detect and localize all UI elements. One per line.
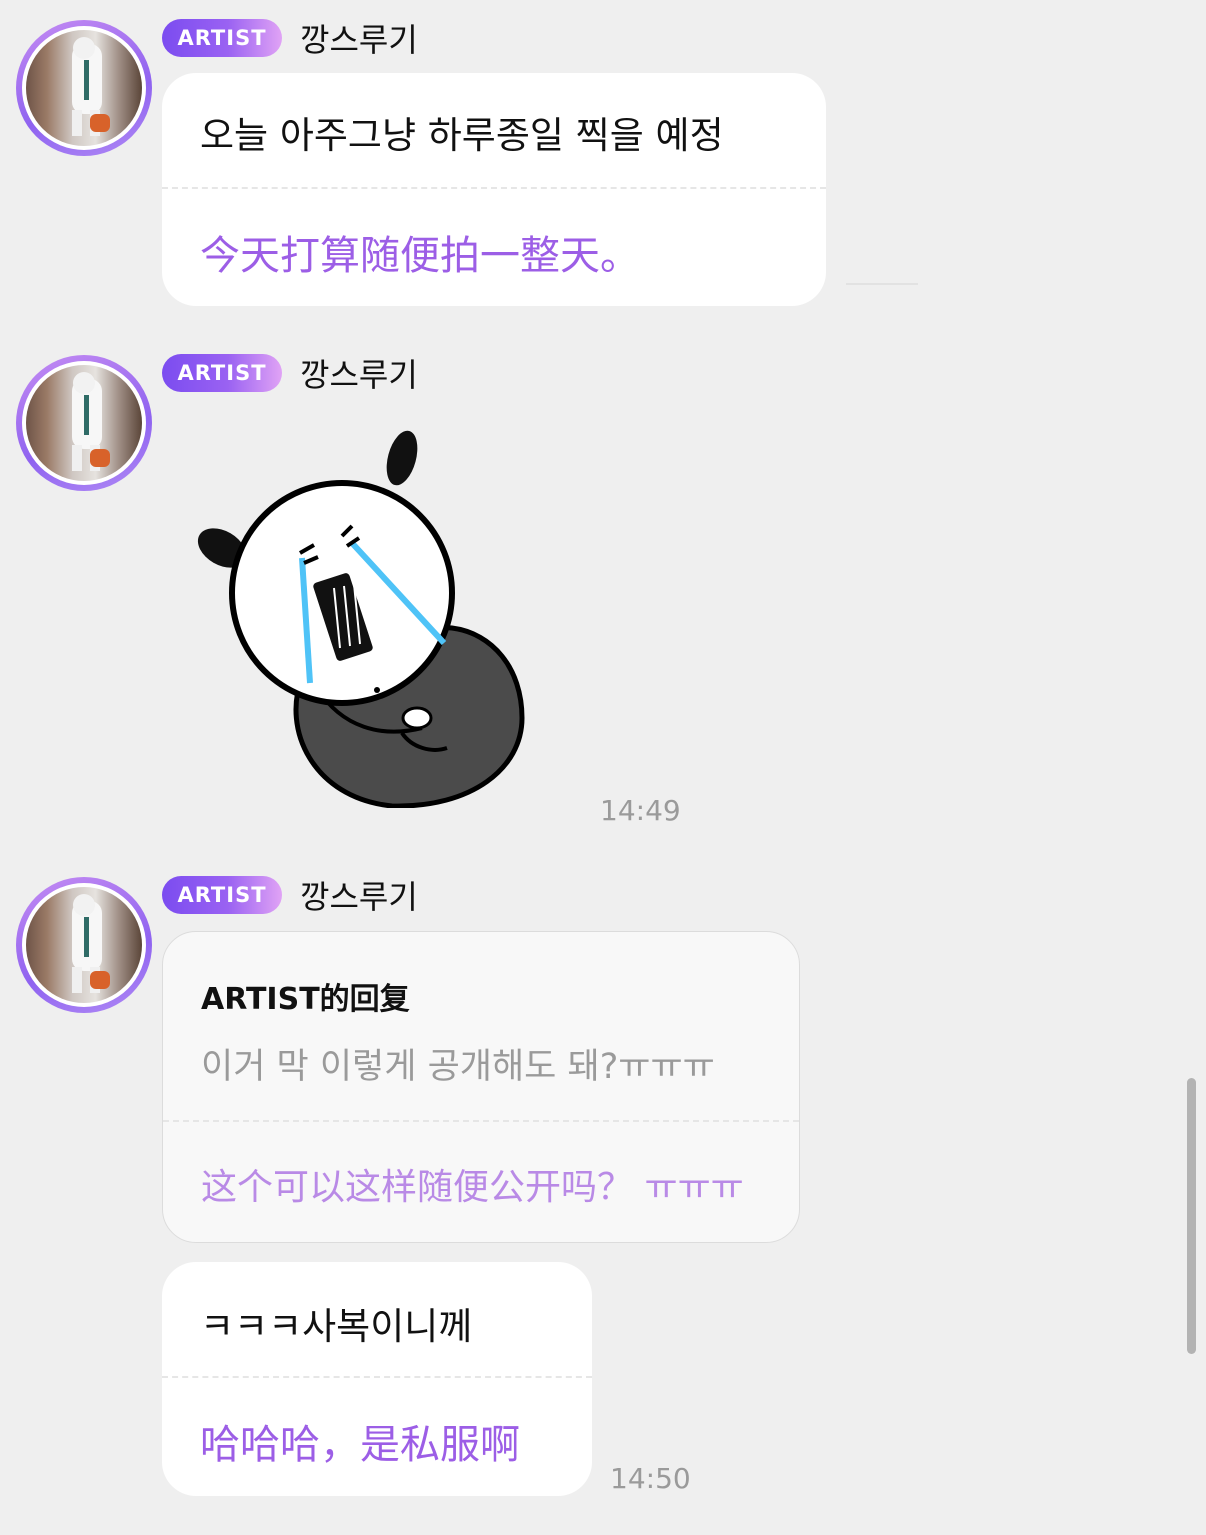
sender-name[interactable]: 깡스루기 bbox=[300, 15, 418, 61]
sender-name[interactable]: 깡스루기 bbox=[300, 350, 418, 396]
message-timestamp: 14:50 bbox=[610, 1462, 691, 1495]
scrollbar[interactable] bbox=[1187, 1078, 1196, 1354]
message-1: ARTIST 깡스루기 오늘 아주그냥 하루종일 찍을 예정 今天打算随便拍一整… bbox=[0, 0, 1206, 320]
avatar-photo bbox=[26, 30, 142, 146]
avatar-ring bbox=[22, 26, 146, 150]
message-text: ㅋㅋㅋ사복이니께 bbox=[200, 1305, 473, 1348]
avatar-ring bbox=[22, 883, 146, 1007]
translation-divider bbox=[162, 187, 826, 189]
translation-divider bbox=[163, 1120, 799, 1122]
artist-badge: ARTIST bbox=[162, 876, 282, 914]
sender-avatar[interactable] bbox=[16, 20, 152, 156]
avatar-figure-icon bbox=[72, 372, 110, 471]
timestamp-faint bbox=[846, 283, 918, 297]
sender-avatar[interactable] bbox=[16, 877, 152, 1013]
avatar-photo bbox=[26, 365, 142, 481]
message-header: ARTIST 깡스루기 bbox=[162, 876, 418, 916]
artist-badge: ARTIST bbox=[162, 354, 282, 392]
message-header: ARTIST 깡스루기 bbox=[162, 19, 418, 59]
avatar-photo bbox=[26, 887, 142, 1003]
message-3: ARTIST 깡스루기 ARTIST的回复 이거 막 이렇게 공개해도 돼?ㅠㅠ… bbox=[0, 860, 1206, 1520]
avatar-figure-icon bbox=[72, 37, 110, 136]
sender-avatar[interactable] bbox=[16, 355, 152, 491]
avatar-figure-icon bbox=[72, 894, 110, 993]
message-header: ARTIST 깡스루기 bbox=[162, 354, 418, 394]
crying-bear-sticker-icon[interactable] bbox=[192, 428, 532, 809]
sender-name[interactable]: 깡스루기 bbox=[300, 872, 418, 918]
reply-translated-text: 这个可以这样随便公开吗？ ㅠㅠㅠ bbox=[201, 1167, 744, 1208]
message-timestamp: 14:49 bbox=[600, 794, 681, 827]
message-text: 오늘 아주그냥 하루종일 찍을 예정 bbox=[200, 114, 724, 157]
message-2: ARTIST 깡스루기 14:49 bbox=[0, 340, 1206, 840]
reply-quote[interactable]: ARTIST的回复 이거 막 이렇게 공개해도 돼?ㅠㅠㅠ 这个可以这样随便公开… bbox=[162, 931, 800, 1243]
artist-badge: ARTIST bbox=[162, 19, 282, 57]
avatar-ring bbox=[22, 361, 146, 485]
reply-original-text: 이거 막 이렇게 공개해도 돼?ㅠㅠㅠ bbox=[201, 1047, 715, 1087]
message-bubble[interactable]: ㅋㅋㅋ사복이니께 哈哈哈，是私服啊 bbox=[162, 1262, 592, 1496]
translated-text: 今天打算随便拍一整天。 bbox=[200, 233, 640, 279]
translation-divider bbox=[162, 1376, 592, 1378]
message-bubble[interactable]: 오늘 아주그냥 하루종일 찍을 예정 今天打算随便拍一整天。 bbox=[162, 73, 826, 306]
translated-text: 哈哈哈，是私服啊 bbox=[200, 1422, 520, 1468]
reply-title: ARTIST的回复 bbox=[201, 982, 410, 1017]
